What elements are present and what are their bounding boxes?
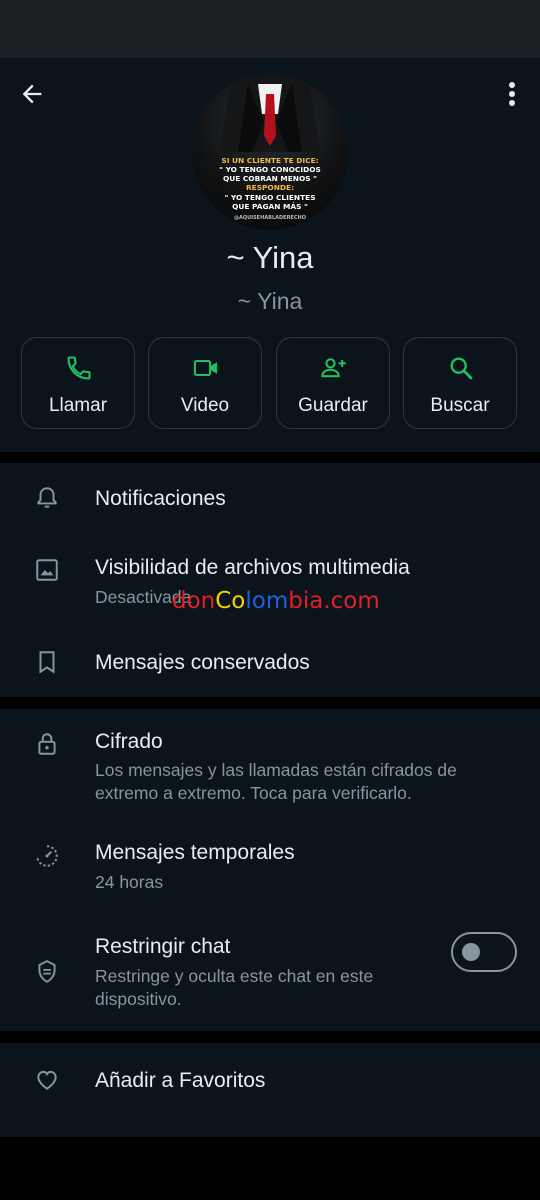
watermark-part-1: don bbox=[172, 588, 216, 614]
encryption-description: Los mensajes y las llamadas están cifrad… bbox=[95, 760, 457, 803]
video-label: Video bbox=[180, 395, 230, 416]
avatar-text-5: " YO TENGO CLIENTES bbox=[224, 193, 316, 202]
favorites-section: Añadir a Favoritos bbox=[0, 1043, 540, 1137]
avatar-text-3: QUE COBRAN MENOS " bbox=[222, 174, 318, 183]
more-options-icon[interactable] bbox=[502, 80, 522, 108]
image-icon bbox=[36, 559, 58, 581]
back-arrow-icon[interactable] bbox=[18, 80, 46, 108]
kept-messages-row[interactable]: Mensajes conservados bbox=[0, 627, 540, 697]
search-button[interactable]: Buscar bbox=[403, 337, 517, 429]
notifications-title: Notificaciones bbox=[95, 487, 226, 510]
lock-icon bbox=[38, 733, 56, 755]
avatar-text-1: SI UN CLIENTE TE DICE: bbox=[221, 156, 319, 165]
watermark-part-2: Co bbox=[215, 588, 246, 614]
search-label: Buscar bbox=[430, 395, 490, 416]
media-settings-section: Notificaciones Visibilidad de archivos m… bbox=[0, 463, 540, 697]
restricted-chat-icon bbox=[38, 960, 56, 983]
action-buttons: Llamar Video Guardar Buscar bbox=[21, 337, 519, 431]
status-bar bbox=[0, 0, 540, 58]
add-contact-icon bbox=[321, 358, 346, 378]
privacy-section: Cifrado Los mensajes y las llamadas está… bbox=[0, 709, 540, 1031]
contact-name: ~ Yina bbox=[226, 240, 314, 275]
kept-messages-title: Mensajes conservados bbox=[95, 651, 310, 674]
watermark-part-3: lom bbox=[245, 588, 289, 614]
avatar-text-6: QUE PAGAN MÁS " bbox=[232, 202, 308, 211]
heart-icon bbox=[37, 1070, 57, 1090]
disappearing-messages-value: 24 horas bbox=[95, 872, 164, 892]
avatar-text-7: @AQUISEHABLADERECHO bbox=[234, 215, 306, 221]
notifications-row[interactable]: Notificaciones bbox=[0, 463, 540, 537]
restrict-chat-title: Restringir chat bbox=[95, 935, 231, 958]
disappearing-messages-title: Mensajes temporales bbox=[95, 841, 295, 864]
timer-icon bbox=[36, 845, 58, 867]
encryption-title: Cifrado bbox=[95, 730, 163, 753]
contact-header: SI UN CLIENTE TE DICE: " YO TENGO CONOCI… bbox=[0, 58, 540, 452]
bookmark-icon bbox=[39, 651, 55, 674]
add-favorites-row[interactable]: Añadir a Favoritos bbox=[0, 1043, 540, 1119]
call-button[interactable]: Llamar bbox=[21, 337, 135, 429]
restrict-chat-description: Restringe y oculta este chat en este dis… bbox=[95, 966, 374, 1009]
contact-avatar[interactable]: SI UN CLIENTE TE DICE: " YO TENGO CONOCI… bbox=[192, 74, 348, 230]
call-label: Llamar bbox=[48, 395, 108, 416]
phone-icon bbox=[67, 356, 91, 380]
bell-icon bbox=[37, 487, 57, 508]
save-label: Guardar bbox=[298, 395, 368, 416]
watermark-part-4: bia.com bbox=[288, 588, 380, 614]
media-visibility-title: Visibilidad de archivos multimedia bbox=[95, 556, 410, 579]
restrict-chat-row[interactable]: Restringir chat Restringe y oculta este … bbox=[0, 919, 540, 1029]
contact-subname: ~ Yina bbox=[237, 288, 303, 314]
avatar-text-2: " YO TENGO CONOCIDOS bbox=[219, 165, 321, 174]
add-favorites-title: Añadir a Favoritos bbox=[95, 1069, 266, 1092]
save-contact-button[interactable]: Guardar bbox=[276, 337, 390, 429]
search-icon bbox=[450, 357, 473, 380]
video-icon bbox=[193, 359, 218, 377]
avatar-text-4: RESPONDE: bbox=[245, 183, 295, 192]
toggle-knob bbox=[462, 943, 480, 961]
watermark: donColombia.com bbox=[172, 588, 380, 614]
video-button[interactable]: Video bbox=[148, 337, 262, 429]
encryption-row[interactable]: Cifrado Los mensajes y las llamadas está… bbox=[0, 709, 540, 815]
disappearing-messages-row[interactable]: Mensajes temporales 24 horas bbox=[0, 821, 540, 911]
restrict-chat-toggle[interactable] bbox=[451, 932, 517, 972]
